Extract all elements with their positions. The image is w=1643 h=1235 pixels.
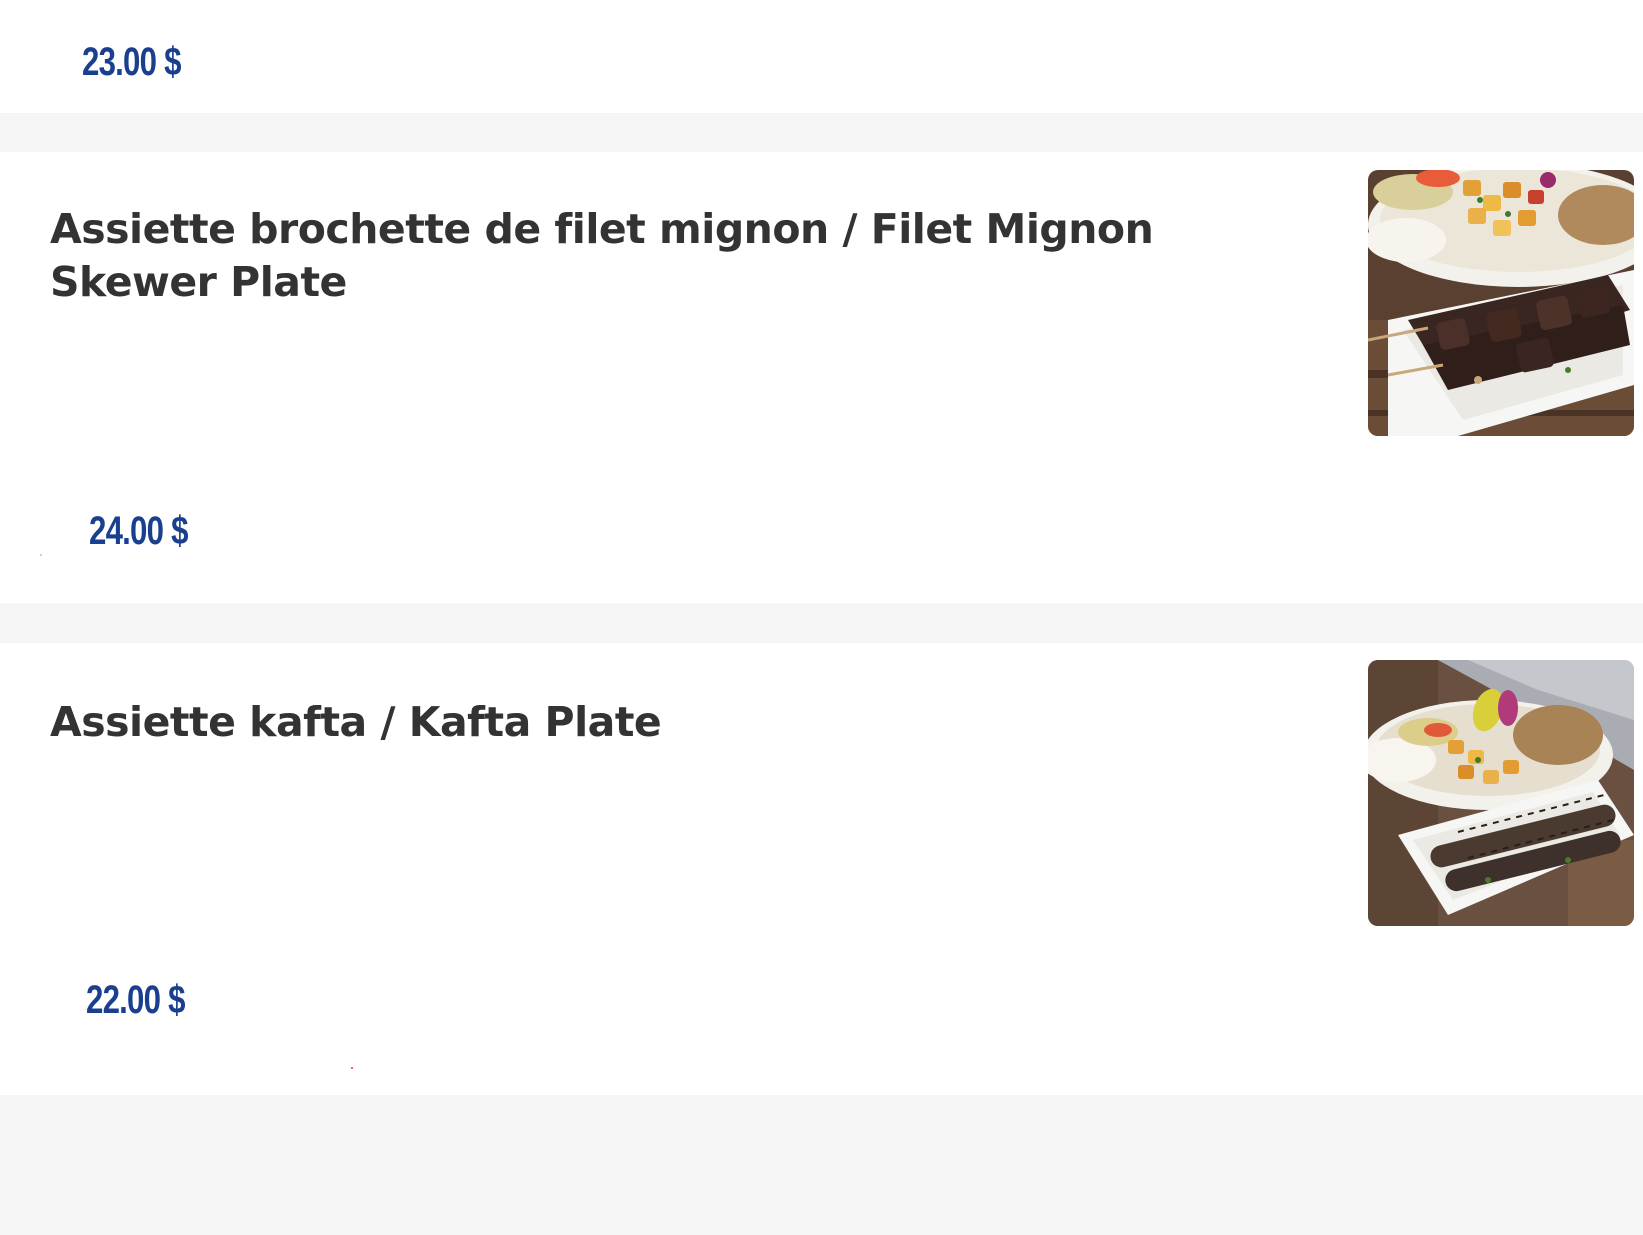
item-price: 23.00 $ bbox=[82, 40, 181, 84]
item-price: 22.00 $ bbox=[86, 978, 185, 1022]
kafta-plate-photo bbox=[1368, 660, 1634, 926]
item-image[interactable] bbox=[1368, 170, 1634, 436]
item-title: Assiette kafta / Kafta Plate bbox=[50, 698, 662, 746]
menu-item-card[interactable]: Assiette kafta / Kafta Plate 22.00 $ bbox=[0, 643, 1643, 1095]
item-price: 24.00 $ bbox=[89, 509, 188, 553]
menu-item-card[interactable]: Assiette brochette de filet mignon / Fil… bbox=[0, 152, 1643, 603]
item-title: Assiette brochette de filet mignon / Fil… bbox=[50, 205, 1154, 306]
decorative-speck bbox=[40, 554, 42, 556]
decorative-speck bbox=[351, 1067, 353, 1069]
menu-page: 23.00 $ Assiette brochette de filet mign… bbox=[0, 0, 1643, 1235]
item-image[interactable] bbox=[1368, 660, 1634, 926]
filet-mignon-plate-photo bbox=[1368, 170, 1634, 436]
menu-item-card[interactable]: 23.00 $ bbox=[0, 0, 1643, 113]
